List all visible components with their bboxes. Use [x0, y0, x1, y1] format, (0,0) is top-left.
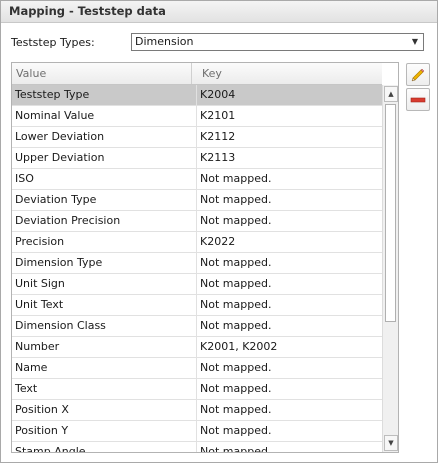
cell-key[interactable]: Not mapped. — [197, 442, 382, 452]
column-header-value[interactable]: Value — [12, 63, 192, 84]
cell-value[interactable]: Deviation Precision — [12, 211, 197, 231]
cell-value[interactable]: Dimension Class — [12, 316, 197, 336]
table-row[interactable]: Teststep Type K2004 — [12, 85, 382, 106]
cell-key[interactable]: Not mapped. — [197, 379, 382, 399]
mapping-grid: Value Key Teststep Type K2004 Nominal Valu… — [11, 62, 399, 453]
grid-rows: Teststep Type K2004 Nominal Value K2101 Lowe… — [12, 85, 382, 452]
cell-value[interactable]: Nominal Value — [12, 106, 197, 126]
teststep-types-value: Dimension — [135, 35, 194, 48]
cell-key[interactable]: K2101 — [197, 106, 382, 126]
column-header-key[interactable]: Key — [198, 63, 382, 84]
table-row[interactable]: Position X Not mapped. — [12, 400, 382, 421]
minus-icon — [410, 97, 426, 103]
table-row[interactable]: Upper Deviation K2113 — [12, 148, 382, 169]
cell-value[interactable]: Deviation Type — [12, 190, 197, 210]
arrow-up-icon[interactable]: ▲ — [384, 86, 398, 102]
mapping-panel: Mapping - Teststep data Teststep Types: … — [0, 0, 438, 463]
cell-key[interactable]: K2001, K2002 — [197, 337, 382, 357]
cell-value[interactable]: Unit Sign — [12, 274, 197, 294]
chevron-down-icon[interactable]: ▼ — [408, 35, 422, 49]
table-row[interactable]: Deviation Precision Not mapped. — [12, 211, 382, 232]
teststep-types-select[interactable]: Dimension ▼ — [131, 33, 424, 51]
scrollbar-thumb[interactable] — [385, 104, 396, 322]
table-row[interactable]: Text Not mapped. — [12, 379, 382, 400]
cell-key[interactable]: Not mapped. — [197, 358, 382, 378]
cell-key[interactable]: Not mapped. — [197, 274, 382, 294]
cell-value[interactable]: Name — [12, 358, 197, 378]
cell-value[interactable]: Dimension Type — [12, 253, 197, 273]
cell-key[interactable]: K2112 — [197, 127, 382, 147]
cell-value[interactable]: Upper Deviation — [12, 148, 197, 168]
table-row[interactable]: ISO Not mapped. — [12, 169, 382, 190]
cell-value[interactable]: Unit Text — [12, 295, 197, 315]
table-row[interactable]: Dimension Type Not mapped. — [12, 253, 382, 274]
grid-header: Value Key — [12, 63, 382, 85]
cell-key[interactable]: Not mapped. — [197, 400, 382, 420]
cell-value[interactable]: ISO — [12, 169, 197, 189]
cell-value[interactable]: Text — [12, 379, 197, 399]
cell-key[interactable]: K2004 — [197, 85, 382, 105]
remove-button[interactable] — [406, 88, 430, 111]
table-row[interactable]: Position Y Not mapped. — [12, 421, 382, 442]
cell-key[interactable]: K2022 — [197, 232, 382, 252]
cell-key[interactable]: Not mapped. — [197, 211, 382, 231]
panel-titlebar: Mapping - Teststep data — [1, 1, 437, 23]
table-row[interactable]: Precision K2022 — [12, 232, 382, 253]
pencil-icon — [411, 68, 425, 82]
table-row[interactable]: Number K2001, K2002 — [12, 337, 382, 358]
table-row[interactable]: Dimension Class Not mapped. — [12, 316, 382, 337]
cell-key[interactable]: K2113 — [197, 148, 382, 168]
table-row[interactable]: Deviation Type Not mapped. — [12, 190, 382, 211]
cell-value[interactable]: Precision — [12, 232, 197, 252]
cell-value[interactable]: Stamp Angle — [12, 442, 197, 452]
cell-key[interactable]: Not mapped. — [197, 316, 382, 336]
table-row[interactable]: Unit Sign Not mapped. — [12, 274, 382, 295]
panel-title: Mapping - Teststep data — [9, 4, 166, 18]
cell-key[interactable]: Not mapped. — [197, 295, 382, 315]
table-row[interactable]: Stamp Angle Not mapped. — [12, 442, 382, 452]
edit-button[interactable] — [406, 63, 430, 86]
cell-key[interactable]: Not mapped. — [197, 169, 382, 189]
cell-key[interactable]: Not mapped. — [197, 253, 382, 273]
cell-value[interactable]: Lower Deviation — [12, 127, 197, 147]
cell-key[interactable]: Not mapped. — [197, 421, 382, 441]
table-row[interactable]: Nominal Value K2101 — [12, 106, 382, 127]
cell-key[interactable]: Not mapped. — [197, 190, 382, 210]
table-row[interactable]: Lower Deviation K2112 — [12, 127, 382, 148]
teststep-types-label: Teststep Types: — [11, 36, 95, 49]
cell-value[interactable]: Number — [12, 337, 197, 357]
table-row[interactable]: Name Not mapped. — [12, 358, 382, 379]
table-row[interactable]: Unit Text Not mapped. — [12, 295, 382, 316]
cell-value[interactable]: Position X — [12, 400, 197, 420]
arrow-down-icon[interactable]: ▼ — [384, 435, 398, 451]
cell-value[interactable]: Teststep Type — [12, 85, 197, 105]
cell-value[interactable]: Position Y — [12, 421, 197, 441]
vertical-scrollbar[interactable]: ▲ ▼ — [382, 85, 398, 452]
